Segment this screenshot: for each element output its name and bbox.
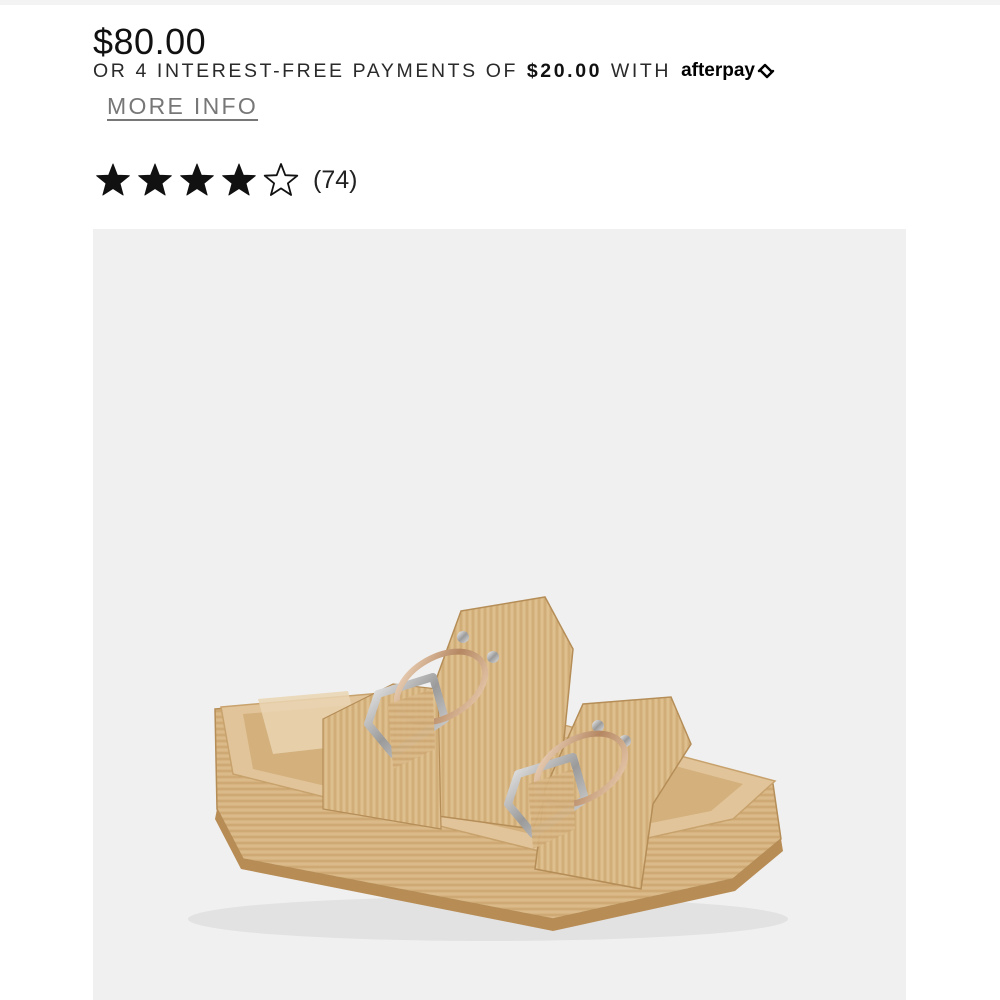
star-filled-icon	[95, 162, 131, 198]
afterpay-suffix: WITH	[610, 60, 672, 82]
afterpay-logo: afterpay	[681, 59, 776, 83]
star-filled-icon	[179, 162, 215, 198]
afterpay-message: OR 4 INTEREST-FREE PAYMENTS OF $20.00 WI…	[93, 59, 776, 83]
sandal-illustration	[188, 596, 788, 941]
star-filled-icon	[221, 162, 257, 198]
product-detail-page: $80.00 OR 4 INTEREST-FREE PAYMENTS OF $2…	[0, 0, 1000, 1000]
review-count[interactable]: (74)	[313, 160, 357, 200]
product-price: $80.00	[93, 21, 207, 62]
installment-amount: $20.00	[526, 60, 603, 82]
star-filled-icon	[137, 162, 173, 198]
more-info-link[interactable]: MORE INFO	[107, 92, 258, 120]
rating-stars	[95, 162, 299, 198]
product-image[interactable]	[93, 229, 906, 1000]
star-empty-icon	[263, 162, 299, 198]
top-divider	[0, 0, 1000, 5]
product-rating[interactable]: (74)	[95, 160, 357, 200]
afterpay-arrows-icon	[757, 63, 775, 79]
afterpay-logo-text: afterpay	[681, 60, 755, 81]
afterpay-prefix: OR 4 INTEREST-FREE PAYMENTS OF	[93, 60, 519, 82]
